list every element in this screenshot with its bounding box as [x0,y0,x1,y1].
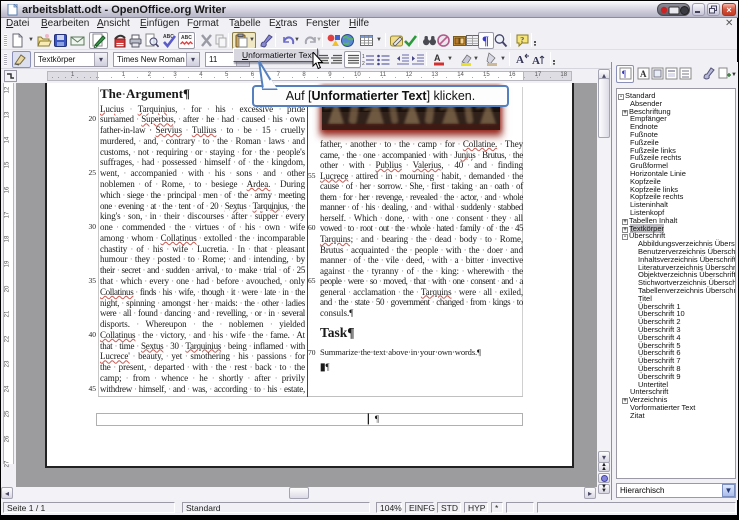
svg-text:ABC: ABC [181,35,192,41]
svg-text:A: A [532,55,540,67]
svg-text:¶: ¶ [622,69,626,79]
svg-text:¶: ¶ [482,33,489,48]
svg-text:A: A [640,69,647,79]
svg-text:A: A [516,54,524,66]
svg-text:2: 2 [362,61,365,67]
svg-text:?: ? [520,36,524,45]
svg-text:1: 1 [362,54,365,60]
svg-text:A: A [434,53,441,63]
